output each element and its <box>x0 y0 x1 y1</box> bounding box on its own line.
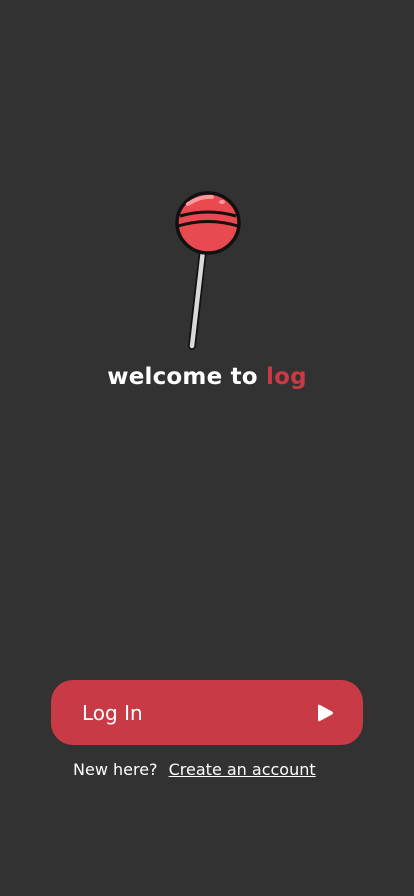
signup-prompt-text: New here? <box>73 760 158 779</box>
lollipop-icon <box>175 191 241 350</box>
welcome-prefix: welcome to <box>107 364 266 390</box>
play-arrow-icon <box>318 704 333 721</box>
login-button-label: Log In <box>82 700 143 725</box>
create-account-link[interactable]: Create an account <box>169 760 316 779</box>
login-button[interactable]: Log In <box>51 680 363 745</box>
brand-name: log <box>266 364 307 390</box>
signup-prompt: New here? Create an account <box>73 760 316 779</box>
welcome-heading: welcome to log <box>0 364 414 390</box>
